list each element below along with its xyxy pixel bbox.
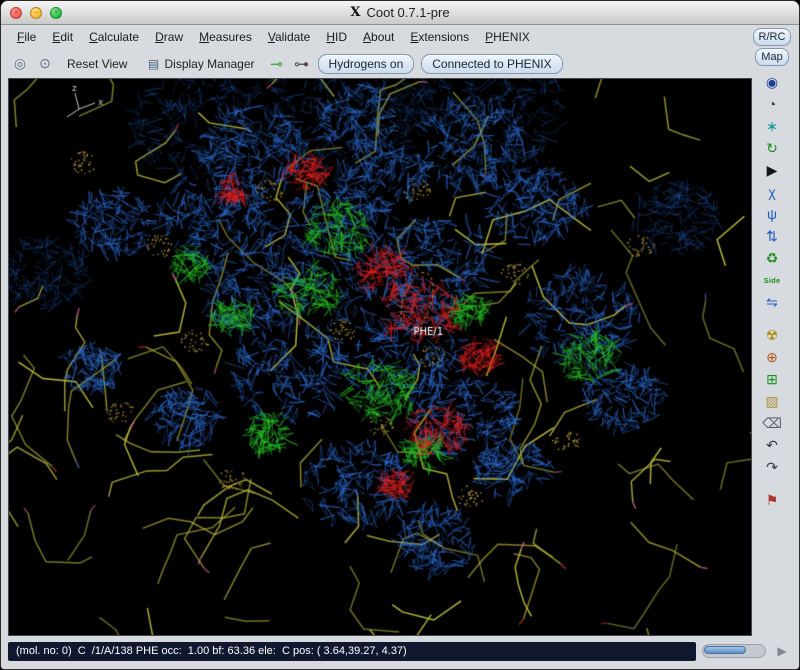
add-alt-conf-icon[interactable]: ⊕ (759, 347, 785, 367)
chi-angles-icon[interactable]: χ (759, 182, 785, 202)
toolbar: ◎ ⊙ Reset View ▤ Display Manager ⊸ ⊶ Hyd… (8, 49, 752, 78)
x11-icon: X (350, 5, 360, 20)
flip-peptide-icon[interactable]: ⇋ (759, 292, 785, 312)
phenix-connection-button[interactable]: Connected to PHENIX (421, 54, 562, 74)
molecular-canvas[interactable] (9, 79, 751, 635)
menu-hid[interactable]: HID (319, 27, 354, 47)
menubar: FileEditCalculateDrawMeasuresValidateHID… (8, 25, 752, 49)
scrollbar-thumb[interactable] (704, 646, 746, 654)
resize-grip-icon[interactable]: ▶ (772, 642, 792, 660)
menu-draw[interactable]: Draw (148, 27, 190, 47)
play-icon[interactable]: ▶ (759, 160, 785, 180)
flag-icon[interactable]: ⚑ (759, 490, 785, 510)
zoom-button[interactable]: + (50, 7, 62, 19)
menu-phenix[interactable]: PHENIX (478, 27, 537, 47)
sphere-refine-icon[interactable]: ◉ (759, 72, 785, 92)
status-bar: (mol. no: 0) C /1/A/138 PHE occ: 1.00 bf… (8, 642, 696, 661)
map-button[interactable]: Map (755, 48, 788, 66)
reset-view-button[interactable]: Reset View (61, 54, 133, 74)
regularize-clock-icon[interactable]: ◔ (759, 94, 785, 114)
ligand-builder-icon[interactable]: ▨ (759, 391, 785, 411)
rotate-translate-icon[interactable]: ↻ (759, 138, 785, 158)
status-row: (mol. no: 0) C /1/A/138 PHE occ: 1.00 bf… (1, 636, 799, 669)
side-chain-180-icon[interactable]: Side (759, 270, 785, 290)
run-refmac-icon[interactable]: ☢ (759, 325, 785, 345)
go-to-ligand-icon[interactable]: ⊶ (293, 55, 311, 73)
titlebar[interactable]: × − + X Coot 0.7.1-pre (1, 1, 799, 25)
display-manager-button[interactable]: ▤ Display Manager (140, 52, 260, 76)
minimize-button[interactable]: − (30, 7, 42, 19)
mutate-icon[interactable]: ⇅ (759, 226, 785, 246)
menu-validate[interactable]: Validate (261, 27, 318, 47)
target-icon[interactable]: ◎ (11, 55, 29, 73)
menu-extensions[interactable]: Extensions (403, 27, 476, 47)
hydrogens-toggle-button[interactable]: Hydrogens on (318, 54, 415, 74)
reset-view-label: Reset View (67, 57, 127, 71)
rigid-body-icon[interactable]: ∗ (759, 116, 785, 136)
go-to-atom-icon[interactable]: ⊸ (268, 55, 286, 73)
menu-about[interactable]: About (356, 27, 401, 47)
window-title-text: Coot 0.7.1-pre (366, 5, 449, 20)
horizontal-scrollbar[interactable] (702, 644, 766, 658)
right-sidebar: R/RC Map ◉◔∗↻▶χψ⇅♻Side⇋ ☢⊕⊞▨⌫↶↷ ⚑ (752, 25, 792, 636)
coot-window: × − + X Coot 0.7.1-pre FileEditCalculate… (0, 0, 800, 670)
add-terminal-residue-icon[interactable]: ⊞ (759, 369, 785, 389)
refine-icon-stack: ◉◔∗↻▶χψ⇅♻Side⇋ ☢⊕⊞▨⌫↶↷ ⚑ (759, 72, 785, 510)
menu-edit[interactable]: Edit (45, 27, 80, 47)
menu-file[interactable]: File (10, 27, 43, 47)
display-manager-label: Display Manager (164, 57, 254, 71)
viewport[interactable] (8, 78, 752, 636)
menu-calculate[interactable]: Calculate (82, 27, 146, 47)
rotamers-icon[interactable]: ψ (759, 204, 785, 224)
window-controls: × − + (10, 1, 62, 24)
main-area: FileEditCalculateDrawMeasuresValidateHID… (1, 25, 799, 636)
undo-icon[interactable]: ↶ (759, 435, 785, 455)
window-title: X Coot 0.7.1-pre (350, 5, 449, 20)
bullseye-icon[interactable]: ⊙ (36, 55, 54, 73)
redo-icon[interactable]: ↷ (759, 457, 785, 477)
left-column: FileEditCalculateDrawMeasuresValidateHID… (8, 25, 752, 636)
close-button[interactable]: × (10, 7, 22, 19)
menu-measures[interactable]: Measures (192, 27, 259, 47)
rrc-button[interactable]: R/RC (753, 28, 792, 46)
display-manager-icon: ▤ (146, 55, 160, 73)
auto-fit-rotamer-icon[interactable]: ♻ (759, 248, 785, 268)
delete-item-icon[interactable]: ⌫ (759, 413, 785, 433)
